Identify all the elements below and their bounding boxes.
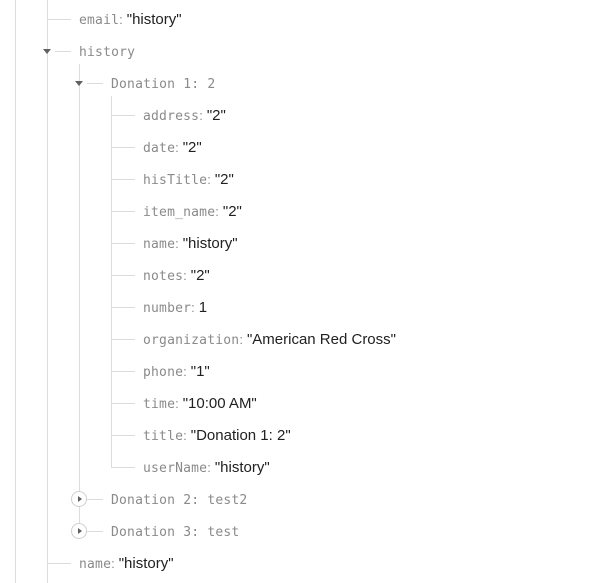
node-key: item_name [143, 205, 216, 220]
tree-connector [87, 83, 103, 84]
key-separator: : [199, 108, 203, 123]
tree-guide-line [79, 64, 80, 531]
key-separator: : [207, 460, 211, 475]
node-key: phone [143, 365, 184, 380]
node-key: name [143, 237, 176, 252]
node-key: Donation 2: test2 [111, 493, 248, 508]
node-value[interactable]: "2" [183, 139, 202, 156]
node-key: hisTitle [143, 173, 208, 188]
tree-connector [111, 403, 135, 404]
tree-connector [111, 115, 135, 116]
node-key: email [79, 13, 120, 28]
key-separator: : [175, 396, 179, 411]
tree-node[interactable]: phone: "1" [143, 361, 210, 381]
tree-connector [111, 243, 135, 244]
tree-connector [111, 307, 135, 308]
tree-node[interactable]: address: "2" [143, 105, 226, 125]
tree-node[interactable]: name: "history" [143, 233, 238, 253]
node-key: history [79, 45, 136, 60]
tree-guide-line [47, 0, 48, 583]
node-value[interactable]: "history" [119, 555, 174, 572]
key-separator: : [191, 300, 195, 315]
tree-connector [47, 563, 71, 564]
node-value[interactable]: "American Red Cross" [247, 331, 396, 348]
tree-node[interactable]: history [79, 41, 135, 61]
key-separator: : [239, 332, 243, 347]
tree-connector [47, 19, 71, 20]
key-separator: : [175, 236, 179, 251]
tree-connector [111, 147, 135, 148]
node-key: userName [143, 461, 208, 476]
tree-guide-line [15, 0, 16, 583]
tree-connector [111, 467, 135, 468]
tree-connector [55, 51, 71, 52]
node-key: time [143, 397, 176, 412]
key-separator: : [183, 428, 187, 443]
node-value[interactable]: "10:00 AM" [183, 395, 257, 412]
key-separator: : [183, 268, 187, 283]
key-separator: : [119, 12, 123, 27]
tree-node[interactable]: Donation 2: test2 [111, 489, 247, 509]
expand-node-icon[interactable] [71, 523, 87, 539]
tree-node[interactable]: notes: "2" [143, 265, 210, 285]
tree-node[interactable]: name: "history" [79, 553, 174, 573]
node-key: name [79, 557, 112, 572]
node-value[interactable]: "Donation 1: 2" [191, 427, 291, 444]
node-value[interactable]: 1 [199, 299, 207, 316]
key-separator: : [183, 364, 187, 379]
tree-node[interactable]: date: "2" [143, 137, 202, 157]
node-value[interactable]: "2" [207, 107, 226, 124]
tree-node[interactable]: item_name: "2" [143, 201, 242, 221]
key-separator: : [215, 204, 219, 219]
key-separator: : [175, 140, 179, 155]
tree-node[interactable]: hisTitle: "2" [143, 169, 234, 189]
tree-connector [87, 499, 103, 500]
tree-node[interactable]: Donation 1: 2 [111, 73, 215, 93]
node-key: address [143, 109, 200, 124]
node-key: date [143, 141, 176, 156]
tree-connector [111, 275, 135, 276]
tree-node[interactable]: number: 1 [143, 297, 207, 317]
node-key: notes [143, 269, 184, 284]
tree-connector [111, 211, 135, 212]
key-separator: : [111, 556, 115, 571]
node-value[interactable]: "1" [191, 363, 210, 380]
tree-node[interactable]: time: "10:00 AM" [143, 393, 257, 413]
node-value[interactable]: "history" [183, 235, 238, 252]
tree-node[interactable]: title: "Donation 1: 2" [143, 425, 291, 445]
node-key: title [143, 429, 184, 444]
tree-node[interactable]: userName: "history" [143, 457, 270, 477]
node-key: Donation 1: 2 [111, 77, 216, 92]
tree-guide-line [111, 96, 112, 467]
collapse-arrow-icon[interactable] [43, 49, 51, 54]
tree-node[interactable]: organization: "American Red Cross" [143, 329, 396, 349]
node-value[interactable]: "2" [223, 203, 242, 220]
node-value[interactable]: "history" [127, 11, 182, 28]
expand-node-icon[interactable] [71, 491, 87, 507]
tree-connector [87, 531, 103, 532]
key-separator: : [207, 172, 211, 187]
tree-connector [111, 435, 135, 436]
tree-node[interactable]: Donation 3: test [111, 521, 239, 541]
node-key: Donation 3: test [111, 525, 240, 540]
node-value[interactable]: "2" [215, 171, 234, 188]
tree-connector [111, 339, 135, 340]
node-value[interactable]: "history" [215, 459, 270, 476]
tree-connector [111, 371, 135, 372]
node-key: organization [143, 333, 240, 348]
tree-connector [111, 179, 135, 180]
node-value[interactable]: "2" [191, 267, 210, 284]
collapse-arrow-icon[interactable] [75, 81, 83, 86]
tree-node[interactable]: email: "history" [79, 9, 182, 29]
node-key: number [143, 301, 192, 316]
